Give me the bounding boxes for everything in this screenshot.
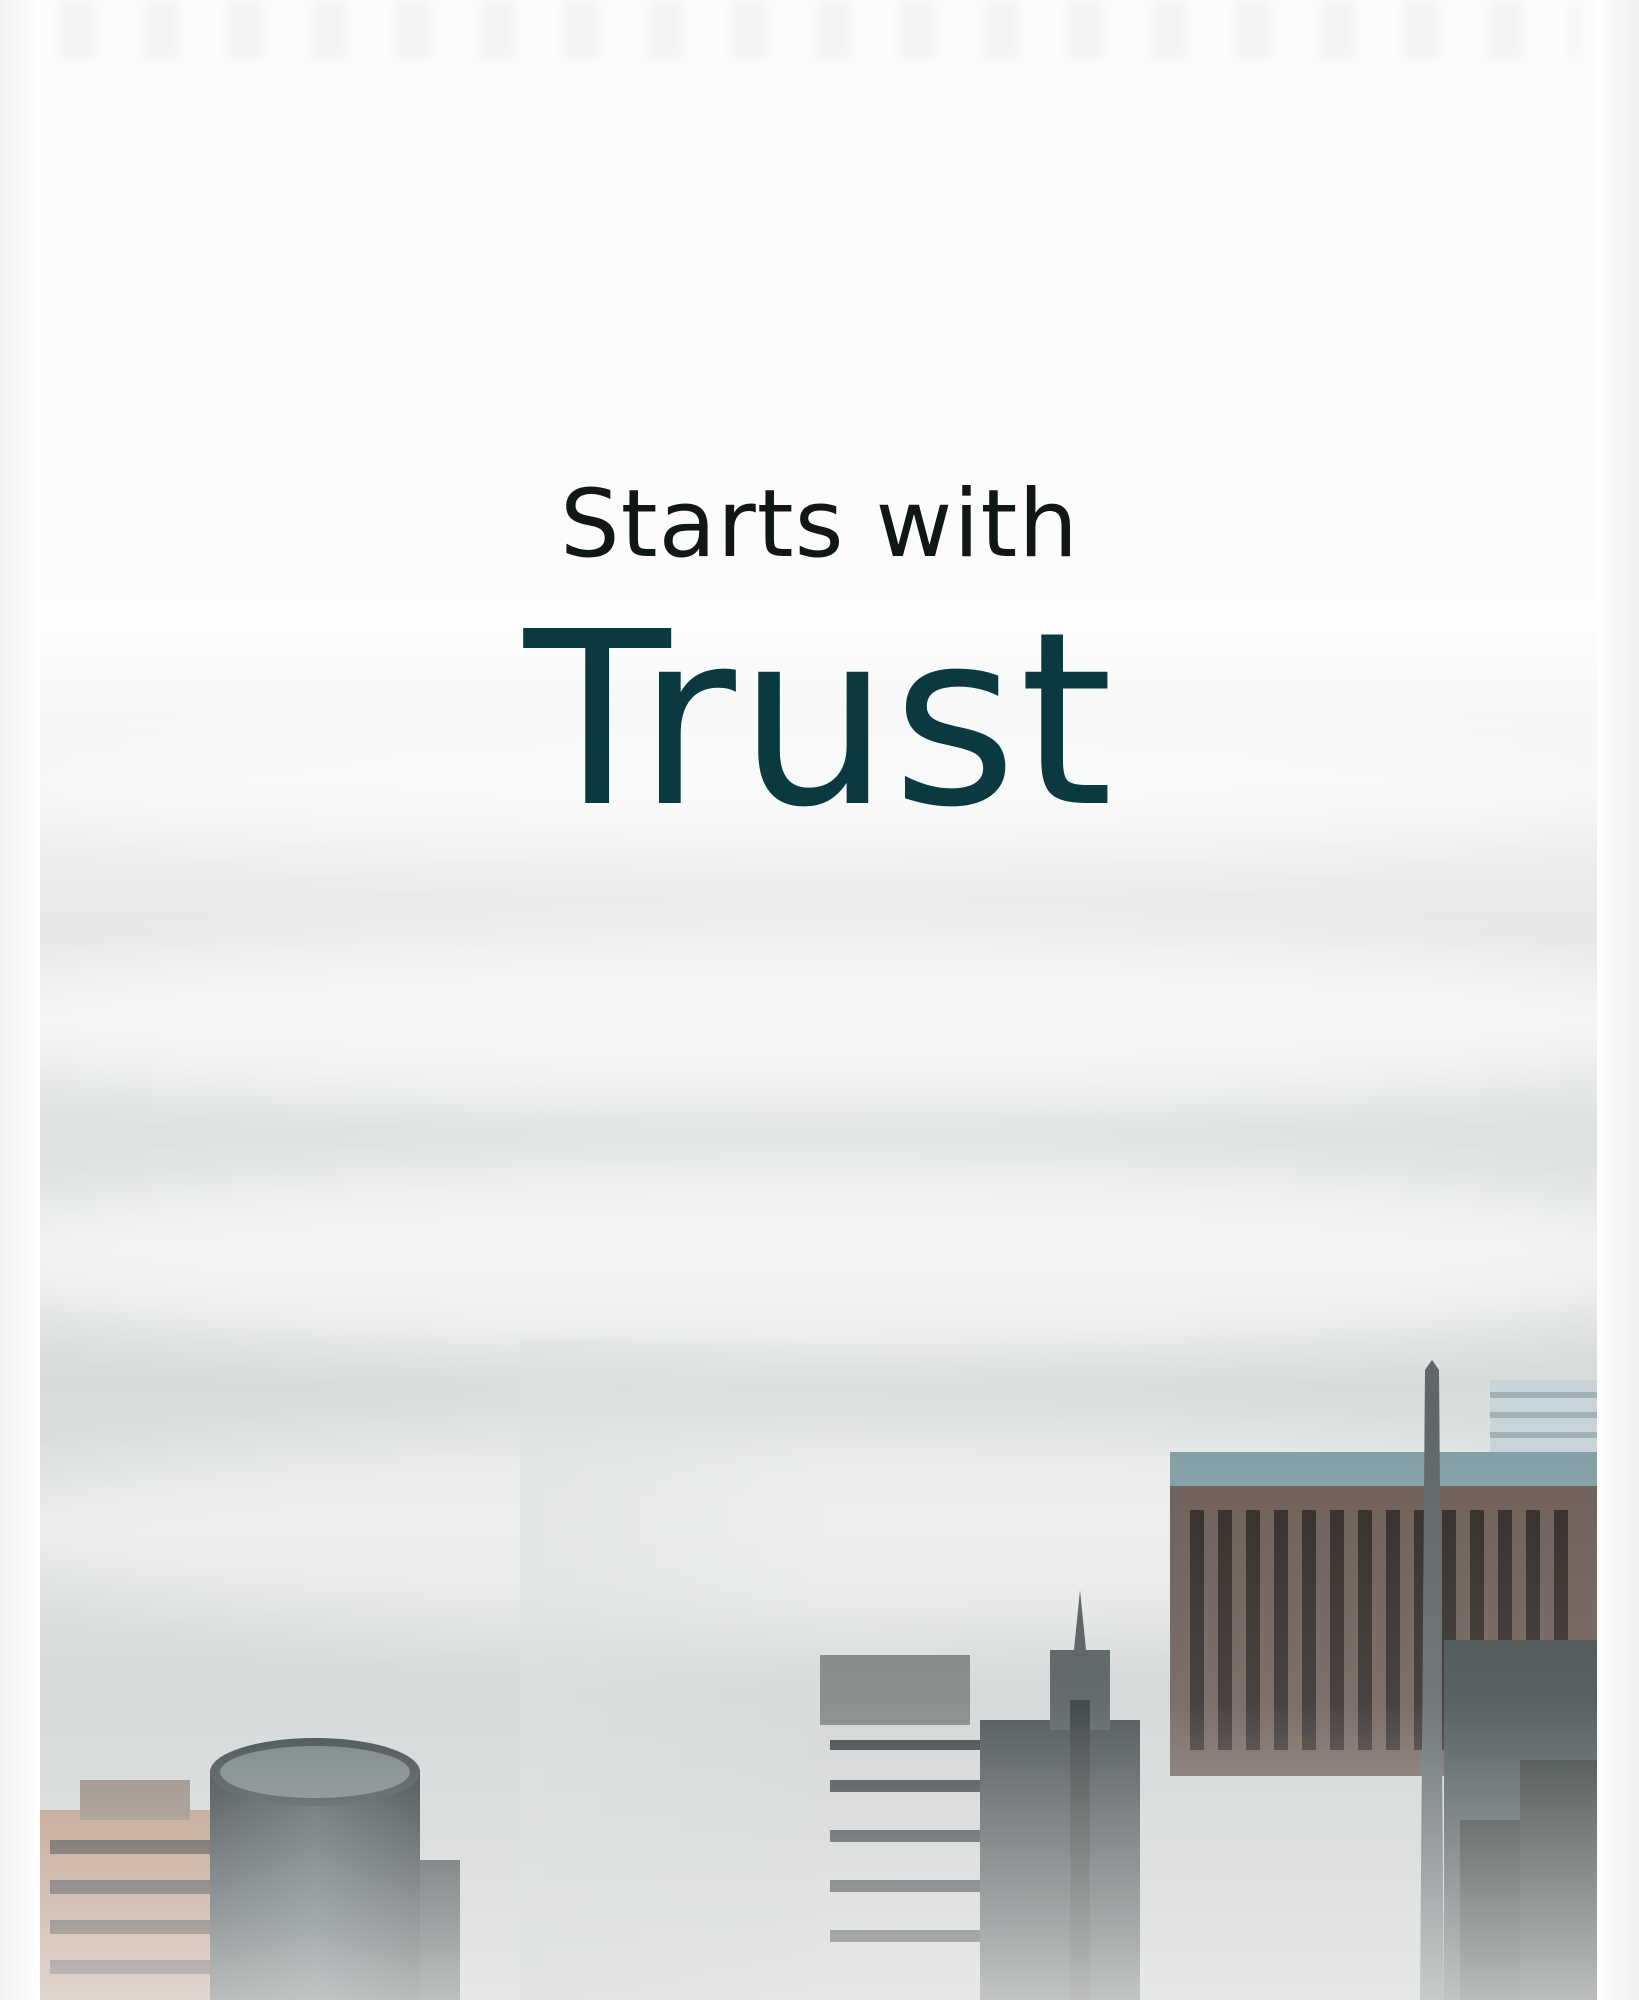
hero-subtitle: Starts with <box>560 470 1079 579</box>
left-frame <box>0 0 40 2000</box>
city-skyline <box>40 1340 1597 2000</box>
poster: Starts with Trust <box>0 0 1639 2000</box>
right-frame <box>1595 0 1639 2000</box>
fog-band <box>40 1160 1597 1360</box>
hero-title: Trust <box>523 580 1116 860</box>
top-edge-pattern <box>60 0 1579 60</box>
fog-band <box>40 930 1597 1110</box>
